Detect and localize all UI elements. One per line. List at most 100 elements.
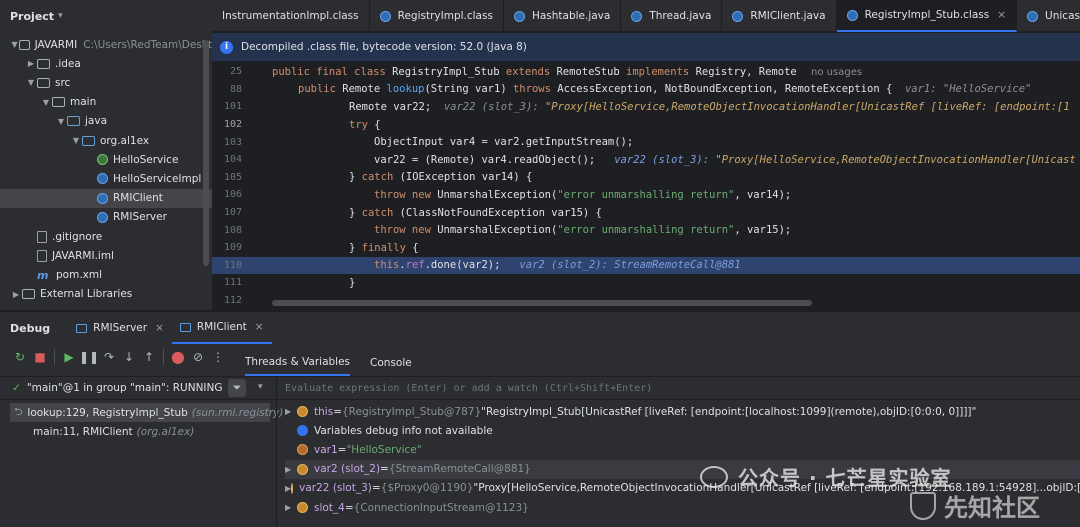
code-line[interactable]: 111} [212, 274, 1080, 292]
variable-row[interactable]: var1 = "HelloService" [285, 440, 1080, 459]
chevron-down-icon[interactable]: ▼ [40, 98, 52, 107]
editor-tab[interactable]: InstrumentationImpl.class [212, 0, 370, 32]
iml-file-icon [37, 249, 47, 262]
editor-tab[interactable]: RegistryImpl_Stub.class × [836, 0, 1018, 32]
editor-tab[interactable]: RegistryImpl.class [370, 0, 504, 32]
code-line[interactable]: 108 throw new UnmarshalException("error u… [212, 221, 1080, 239]
chevron-down-icon[interactable]: ▼ [25, 78, 37, 87]
tree-item-label: java [85, 115, 107, 128]
tree-item-label: HelloServiceImpl [113, 172, 202, 185]
maven-icon: m [37, 268, 49, 282]
code-editor[interactable]: 25 public final class RegistryImpl_Stub e… [212, 61, 1080, 310]
class-icon [97, 192, 108, 204]
step-over-icon[interactable]: ↷ [99, 347, 119, 367]
tree-item[interactable]: RMIServer [0, 208, 212, 227]
folder-icon [52, 97, 65, 108]
more-icon[interactable]: ⋮ [208, 347, 228, 367]
tree-item[interactable]: JAVARMI.iml [0, 246, 212, 265]
tree-item[interactable]: ▼ src [0, 73, 212, 92]
tree-item[interactable]: ▶ External Libraries [0, 285, 212, 304]
code-line[interactable]: 105} catch (IOException var14) { [212, 169, 1080, 187]
pause-icon[interactable]: ❚❚ [79, 347, 99, 367]
chevron-right-icon[interactable]: ▶ [285, 503, 297, 512]
evaluate-expression-input[interactable]: Evaluate expression (Enter) or add a wat… [277, 376, 1080, 400]
tree-item[interactable]: ▼ java [0, 112, 212, 131]
debug-session-tab[interactable]: RMIServer × [68, 312, 172, 344]
variable-row[interactable]: ▶ var2 (slot_2) = {StreamRemoteCall@881} [285, 459, 1080, 479]
code-text: } [349, 277, 355, 289]
project-scrollbar[interactable] [203, 40, 209, 266]
tree-item[interactable]: ▼ org.al1ex [0, 131, 212, 150]
folder-icon [37, 77, 50, 88]
field-icon [297, 463, 308, 475]
rerun-icon[interactable]: ↻ [10, 347, 30, 367]
view-breakpoints-icon[interactable]: ⬤ [168, 347, 188, 367]
debug-session-tab[interactable]: RMIClient × [171, 312, 272, 344]
code-token: .done(var2); [424, 259, 520, 272]
project-header[interactable]: Project ▾ [0, 0, 212, 32]
code-token: public [298, 83, 343, 96]
chevron-right-icon[interactable]: ▶ [25, 59, 37, 68]
close-icon[interactable]: × [997, 9, 1006, 21]
stack-frame[interactable]: main:11, RMIClient (org.al1ex) [10, 422, 270, 441]
variable-row[interactable]: Variables debug info not available [285, 421, 1080, 440]
tree-item[interactable]: RMIClient [0, 188, 212, 208]
chevron-right-icon[interactable]: ▶ [285, 407, 297, 416]
chevron-down-icon[interactable]: ▾ [258, 382, 263, 392]
tree-item[interactable]: ▶ .idea [0, 54, 212, 73]
step-into-icon[interactable]: ↓ [119, 347, 139, 367]
close-icon[interactable]: × [255, 321, 264, 333]
editor-tab[interactable]: RMIClient.java [722, 0, 837, 32]
chevron-down-icon[interactable]: ▼ [70, 136, 82, 145]
editor-tabs: InstrumentationImpl.class RegistryImpl.cl… [212, 0, 1080, 32]
code-line[interactable]: 104 var22 = (Remote) var4.readObject(); v… [212, 151, 1080, 169]
chevron-down-icon[interactable]: ▼ [10, 40, 19, 49]
code-text: public final class RegistryImpl_Stub ext… [272, 66, 862, 78]
tree-item-label: src [55, 76, 71, 89]
code-token: throws [512, 83, 558, 96]
chevron-down-icon[interactable]: ▾ [58, 11, 63, 21]
code-text: try { [349, 119, 381, 131]
code-line[interactable]: 103 ObjectInput var4 = var2.getInputStrea… [212, 133, 1080, 151]
code-line[interactable]: 106 throw new UnmarshalException("error u… [212, 186, 1080, 204]
code-line[interactable]: 102 try { [212, 116, 1080, 134]
editor-tab[interactable]: Hashtable.java [504, 0, 622, 32]
code-token: RegistryImpl_Stub [392, 65, 506, 78]
editor-tab[interactable]: UnicastRef.cla [1017, 0, 1080, 32]
filter-icon[interactable]: ⏷ [228, 379, 246, 397]
code-line[interactable]: 110 this.ref.done(var2); var2 (slot_2): S… [212, 256, 1080, 275]
tree-item-label: External Libraries [40, 288, 133, 301]
code-line[interactable]: 107} catch (ClassNotFoundException var15… [212, 204, 1080, 222]
debug-subtab[interactable]: Console [370, 350, 412, 376]
chevron-right-icon[interactable]: ▶ [285, 465, 297, 474]
watermark-text-1: 公众号 · 七芒星实验室 [738, 466, 952, 490]
editor-horizontal-scrollbar[interactable] [272, 300, 812, 306]
source-folder-icon [67, 116, 80, 127]
step-out-icon[interactable]: ↑ [139, 347, 159, 367]
variable-row[interactable]: ▶ this = {RegistryImpl_Stub@787} "Registr… [285, 402, 1080, 421]
close-icon[interactable]: × [155, 322, 164, 334]
code-line[interactable]: 109} finally { [212, 239, 1080, 257]
resume-icon[interactable]: ▶ [59, 347, 79, 367]
editor-tab-label: Hashtable.java [531, 10, 611, 22]
tree-item[interactable]: HelloService [0, 150, 212, 169]
chevron-right-icon[interactable]: ▶ [10, 290, 22, 299]
editor-tab-label: Thread.java [649, 10, 712, 22]
tree-item[interactable]: ▼ JAVARMI C:\Users\RedTeam\Deskt [0, 35, 212, 54]
code-line[interactable]: 88 public Remote lookup(String var1) thro… [212, 81, 1080, 99]
tree-item[interactable]: .gitignore [0, 227, 212, 246]
code-token: var22 (slot_3): [443, 100, 545, 113]
mute-breakpoints-icon[interactable]: ⊘ [188, 347, 208, 367]
code-token: { [412, 241, 419, 254]
tree-item[interactable]: m pom.xml [0, 265, 212, 284]
editor-tab[interactable]: Thread.java [621, 0, 723, 32]
code-line[interactable]: 25 public final class RegistryImpl_Stub e… [212, 63, 1080, 81]
stop-icon[interactable]: ■ [30, 347, 50, 367]
code-line[interactable]: 101 Remote var22; var22 (slot_3): "Proxy[… [212, 98, 1080, 116]
tree-item[interactable]: ▼ main [0, 93, 212, 112]
chevron-down-icon[interactable]: ▼ [55, 117, 67, 126]
debug-subtab[interactable]: Threads & Variables [245, 350, 351, 376]
tree-item[interactable]: HelloServiceImpl [0, 169, 212, 188]
stack-frame[interactable]: ⮌ lookup:129, RegistryImpl_Stub (sun.rmi.r… [10, 403, 283, 422]
code-token: var1: "HelloService" [904, 83, 1032, 96]
